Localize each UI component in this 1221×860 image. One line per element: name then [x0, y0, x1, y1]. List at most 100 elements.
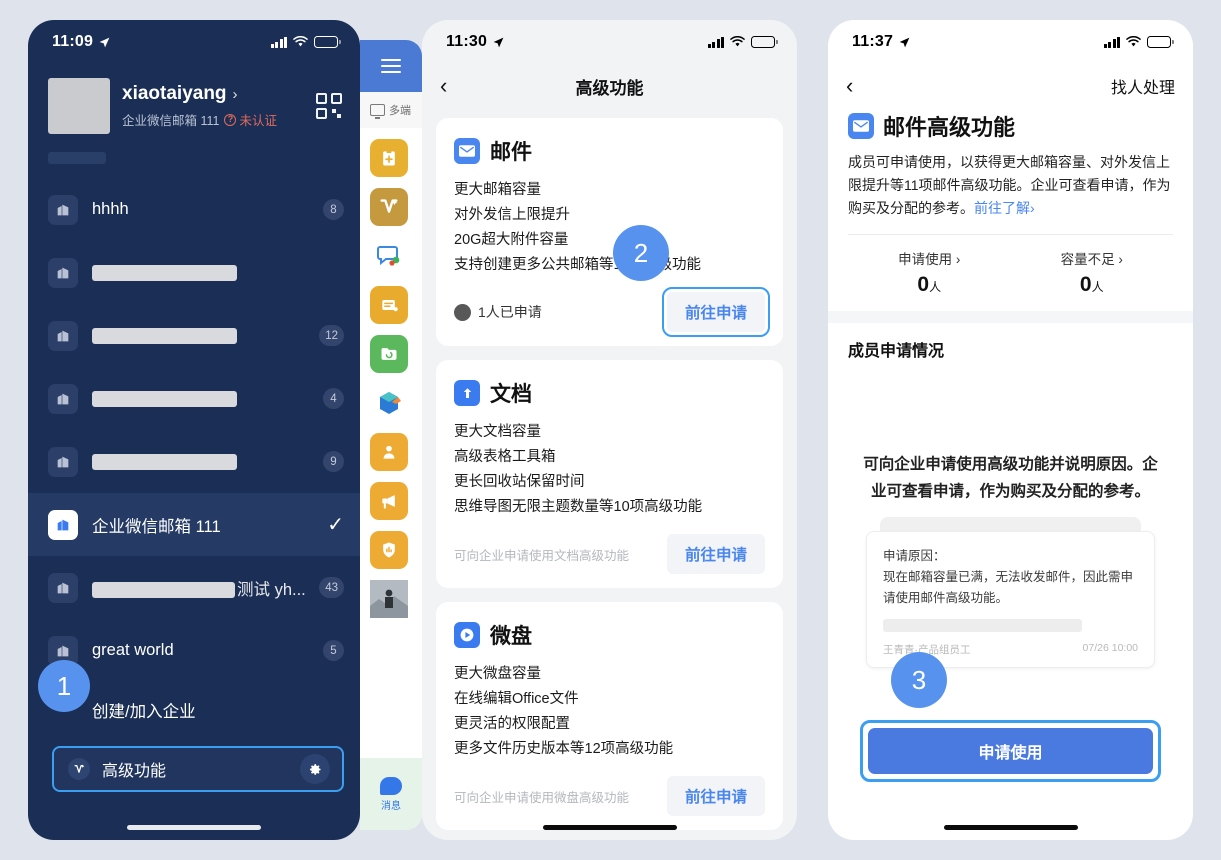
strip-tab-messages[interactable]: 消息 — [360, 758, 422, 830]
redacted-placeholder — [92, 264, 237, 281]
wifi-icon — [1126, 36, 1141, 47]
feature-item: 更大邮箱容量 — [454, 182, 541, 198]
status-badge[interactable]: ? 未认证 — [224, 110, 277, 129]
building-icon — [48, 257, 78, 288]
feature-item: 支持创建更多公共邮箱等11项高级功能 — [454, 257, 702, 273]
learn-more-link[interactable]: 前往了解› — [974, 200, 1035, 216]
shield-chart-icon[interactable] — [370, 531, 408, 569]
unread-badge: 43 — [319, 577, 344, 598]
backup-folder-icon[interactable] — [370, 335, 408, 373]
redacted-placeholder — [92, 327, 237, 344]
application-preview: 申请原因： 现在邮箱容量已满，无法收发邮件，因此需申请使用邮件高级功能。 王青青… — [866, 517, 1155, 668]
app-side-strip: 多端 消息 — [360, 40, 422, 830]
multi-device-row[interactable]: 多端 — [360, 92, 422, 128]
profile-header[interactable]: xiaotaiyang › 企业微信邮箱 111 ? 未认证 — [28, 64, 360, 144]
feature-list: 更大微盘容量 在线编辑Office文件 更灵活的权限配置 更多文件历史版本等12项高级… — [454, 662, 765, 762]
corporation-row[interactable] — [28, 241, 360, 304]
photo-thumbnail[interactable] — [370, 580, 408, 618]
battery-icon — [1147, 36, 1174, 48]
qr-code-icon[interactable] — [316, 93, 342, 119]
stat-value: 0人 — [1079, 273, 1104, 296]
stat-cell[interactable]: 容量不足 › 0人 — [1011, 235, 1174, 311]
hamburger-icon — [381, 55, 401, 76]
unread-badge: 12 — [319, 325, 344, 346]
feature-item: 更长回收站保留时间 — [454, 474, 585, 490]
chevron-right-icon: › — [955, 252, 961, 267]
signal-icon — [707, 36, 724, 48]
reason-text: 现在邮箱容量已满，无法收发邮件，因此需申请使用邮件高级功能。 — [883, 570, 1134, 605]
battery-icon — [314, 36, 341, 48]
mail-feature-header: 邮件高级功能 — [848, 110, 1173, 142]
advanced-features-label: 高级功能 — [102, 763, 167, 780]
feature-card: 邮件 更大邮箱容量 对外发信上限提升 20G超大附件容量 支持创建更多公共邮箱等11项高… — [436, 118, 783, 346]
home-indicator — [943, 825, 1078, 830]
stat-cell[interactable]: 申请使用 › 0人 — [848, 235, 1011, 311]
multi-device-label: 多端 — [389, 105, 411, 117]
corporation-name: hhhh — [92, 200, 129, 218]
redacted-placeholder — [92, 390, 237, 407]
status-time: 11:37 — [852, 33, 894, 50]
step-badge-1: 1 — [38, 660, 90, 712]
wifi-icon — [293, 36, 308, 47]
find-handler-button[interactable]: 找人处理 — [1111, 74, 1175, 98]
chevron-left-icon[interactable]: ‹ — [846, 75, 868, 97]
nav-bar: ‹ 高级功能 — [422, 64, 797, 108]
preview-card: 申请原因： 现在邮箱容量已满，无法收发邮件，因此需申请使用邮件高级功能。 王青青… — [866, 531, 1155, 668]
feature-item: 思维导图无限主题数量等10项高级功能 — [454, 499, 703, 515]
chat-translate-icon[interactable] — [370, 237, 408, 275]
monitor-icon — [370, 104, 385, 119]
corporation-name: great world — [92, 641, 174, 659]
corporation-row[interactable]: 4 — [28, 367, 360, 430]
signal-icon — [270, 36, 287, 48]
chevron-left-icon[interactable]: ‹ — [440, 75, 462, 97]
building-icon — [48, 194, 78, 225]
megaphone-icon[interactable] — [370, 482, 408, 520]
wps-icon[interactable] — [370, 188, 408, 226]
warning-icon: ? — [224, 113, 237, 126]
clipboard-plus-icon[interactable] — [370, 139, 408, 177]
preview-time: 07/26 10:00 — [1082, 642, 1138, 654]
lark-cube-icon[interactable] — [370, 384, 408, 422]
phone-screen-advanced-features: 11:30 ‹ 高级功能 邮件 更大邮箱容量 对外发信上限提升 20G超大附件容量 支持… — [422, 20, 797, 840]
corporation-row[interactable]: hhhh 8 — [28, 178, 360, 241]
go-apply-button[interactable]: 前往申请 — [666, 776, 765, 816]
stat-label: 申请使用 › — [898, 252, 961, 267]
feature-title: 文档 — [490, 383, 532, 406]
feature-card: 微盘 更大微盘容量 在线编辑Office文件 更灵活的权限配置 更多文件历史版本等12项… — [436, 602, 783, 830]
corporation-row[interactable]: 9 — [28, 430, 360, 493]
corporation-name — [92, 452, 323, 471]
advanced-features-row[interactable]: 高级功能 — [52, 746, 344, 792]
stat-unit: 人 — [929, 280, 942, 294]
go-apply-button[interactable]: 前往申请 — [666, 534, 765, 574]
mail-icon — [454, 138, 480, 164]
status-bar: 11:09 — [28, 20, 360, 64]
status-time: 11:30 — [446, 33, 488, 50]
redacted-placeholder — [92, 582, 235, 599]
gear-icon[interactable] — [300, 754, 330, 784]
feature-item: 更灵活的权限配置 — [454, 716, 570, 732]
home-indicator — [127, 825, 261, 830]
section-divider — [828, 311, 1193, 323]
corporation-row[interactable]: 12 — [28, 304, 360, 367]
feature-item: 20G超大附件容量 — [454, 232, 569, 248]
document-icon[interactable] — [370, 286, 408, 324]
feature-card-list: 邮件 更大邮箱容量 对外发信上限提升 20G超大附件容量 支持创建更多公共邮箱等11项高… — [422, 108, 797, 840]
drive-icon — [454, 622, 480, 648]
person-icon[interactable] — [370, 433, 408, 471]
corporation-name: 测试 yh... — [92, 576, 319, 600]
chevron-right-icon: › — [1118, 252, 1123, 267]
status-bar: 11:30 — [422, 20, 797, 64]
corporation-name — [92, 263, 344, 282]
page-title: 高级功能 — [575, 78, 644, 98]
unread-badge: 8 — [323, 199, 344, 220]
phone-screen-mail-advanced: 11:37 ‹ 找人处理 邮件高级功能 成员可申请使用，以获得更大邮箱容量、对外… — [828, 20, 1193, 840]
corporation-row[interactable]: 测试 yh... 43 — [28, 556, 360, 619]
corporation-row[interactable]: 企业微信邮箱 111 ✓ — [28, 493, 360, 556]
go-apply-button[interactable]: 前往申请 — [661, 287, 771, 337]
apply-use-button[interactable]: 申请使用 — [868, 728, 1153, 774]
avatar — [48, 78, 110, 134]
location-arrow-icon — [493, 37, 504, 47]
strip-tab-label: 消息 — [381, 800, 401, 812]
unread-badge: 9 — [323, 451, 344, 472]
strip-menu-button[interactable] — [360, 40, 422, 92]
